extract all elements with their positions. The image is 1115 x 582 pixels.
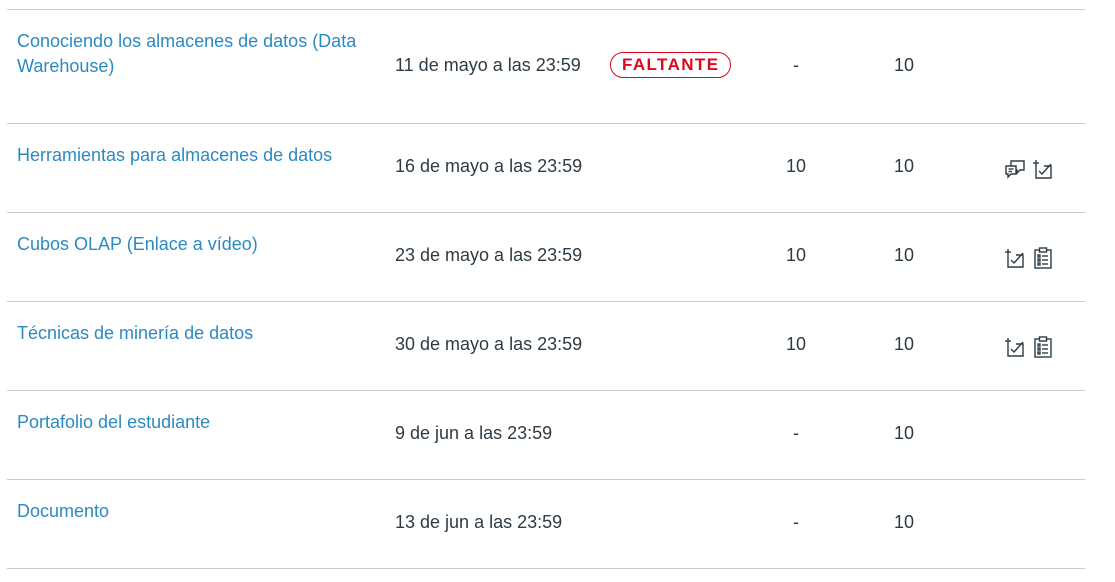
assignment-title-link[interactable]: Conociendo los almacenes de datos (Data … xyxy=(17,29,377,79)
points-possible: 10 xyxy=(893,55,915,75)
row-actions xyxy=(1003,246,1055,270)
score: - xyxy=(793,512,799,532)
table-row: Documento 13 de jun a las 23:59 - 10 xyxy=(7,479,1085,569)
table-row: Herramientas para almacenes de datos 16 … xyxy=(7,123,1085,212)
missing-status-badge: FALTANTE xyxy=(610,52,732,78)
assignment-title-link[interactable]: Documento xyxy=(17,499,377,524)
points-possible: 10 xyxy=(893,423,915,443)
table-row: Cubos OLAP (Enlace a vídeo) 23 de mayo a… xyxy=(7,212,1085,301)
score: 10 xyxy=(785,245,807,265)
rubric-icon[interactable] xyxy=(1003,335,1027,359)
rubric-icon[interactable] xyxy=(1031,157,1055,181)
due-date: 16 de mayo a las 23:59 xyxy=(395,156,583,176)
due-date: 13 de jun a las 23:59 xyxy=(395,512,563,532)
score: - xyxy=(793,423,799,443)
row-actions xyxy=(1003,335,1055,359)
score: - xyxy=(793,55,799,75)
assignment-title-link[interactable]: Técnicas de minería de datos xyxy=(17,321,377,346)
row-actions xyxy=(1003,157,1055,181)
points-possible: 10 xyxy=(893,156,915,176)
assignment-title-link[interactable]: Cubos OLAP (Enlace a vídeo) xyxy=(17,232,377,257)
rubric-icon[interactable] xyxy=(1003,246,1027,270)
table-row: Técnicas de minería de datos 30 de mayo … xyxy=(7,301,1085,390)
comments-icon[interactable] xyxy=(1003,157,1027,181)
due-date: 23 de mayo a las 23:59 xyxy=(395,245,583,265)
details-icon[interactable] xyxy=(1031,335,1055,359)
due-date: 11 de mayo a las 23:59 xyxy=(395,55,581,75)
table-row: Conociendo los almacenes de datos (Data … xyxy=(7,9,1085,123)
points-possible: 10 xyxy=(893,334,915,354)
due-date: 9 de jun a las 23:59 xyxy=(395,423,553,443)
table-row: Portafolio del estudiante 9 de jun a las… xyxy=(7,390,1085,479)
assignments-table: Conociendo los almacenes de datos (Data … xyxy=(7,9,1085,569)
assignment-title-link[interactable]: Portafolio del estudiante xyxy=(17,410,377,435)
score: 10 xyxy=(785,156,807,176)
points-possible: 10 xyxy=(893,245,915,265)
details-icon[interactable] xyxy=(1031,246,1055,270)
points-possible: 10 xyxy=(893,512,915,532)
assignment-title-link[interactable]: Herramientas para almacenes de datos xyxy=(17,143,377,168)
score: 10 xyxy=(785,334,807,354)
due-date: 30 de mayo a las 23:59 xyxy=(395,334,583,354)
